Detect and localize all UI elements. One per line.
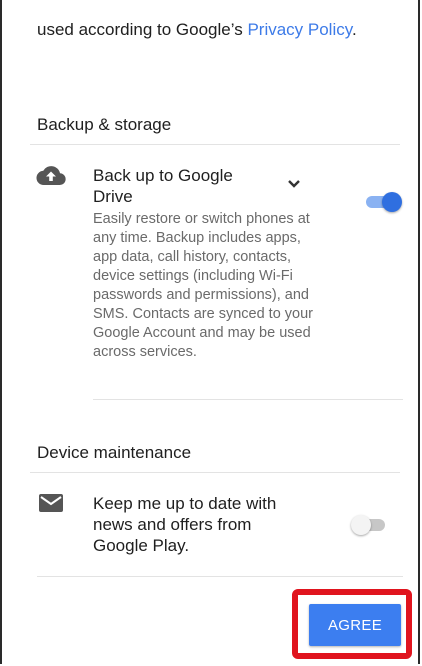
backup-drive-toggle[interactable] (364, 192, 402, 212)
maintenance-section-title: Device maintenance (37, 443, 192, 462)
privacy-notice: used according to Google’s Privacy Polic… (37, 18, 407, 42)
play-updates-title[interactable]: Keep me up to date with news and offers … (93, 493, 303, 556)
toggle-thumb (351, 515, 371, 535)
cloud-upload-icon (36, 166, 66, 186)
backup-drive-title[interactable]: Back up to Google Drive (93, 165, 268, 207)
divider (30, 144, 400, 145)
backup-section-title: Backup & storage (37, 115, 172, 134)
play-updates-toggle[interactable] (351, 515, 387, 535)
backup-drive-description: Easily restore or switch phones at any t… (93, 211, 314, 360)
divider (37, 576, 403, 577)
privacy-notice-suffix: . (351, 20, 357, 39)
agree-button[interactable]: AGREE (309, 604, 401, 646)
divider (93, 399, 403, 400)
privacy-policy-link[interactable]: Privacy Policy (247, 20, 352, 39)
chevron-down-icon[interactable] (287, 179, 301, 189)
privacy-notice-text: used according to Google’s (37, 20, 248, 39)
toggle-thumb (382, 192, 402, 212)
mail-icon (39, 494, 63, 512)
divider (30, 472, 400, 473)
